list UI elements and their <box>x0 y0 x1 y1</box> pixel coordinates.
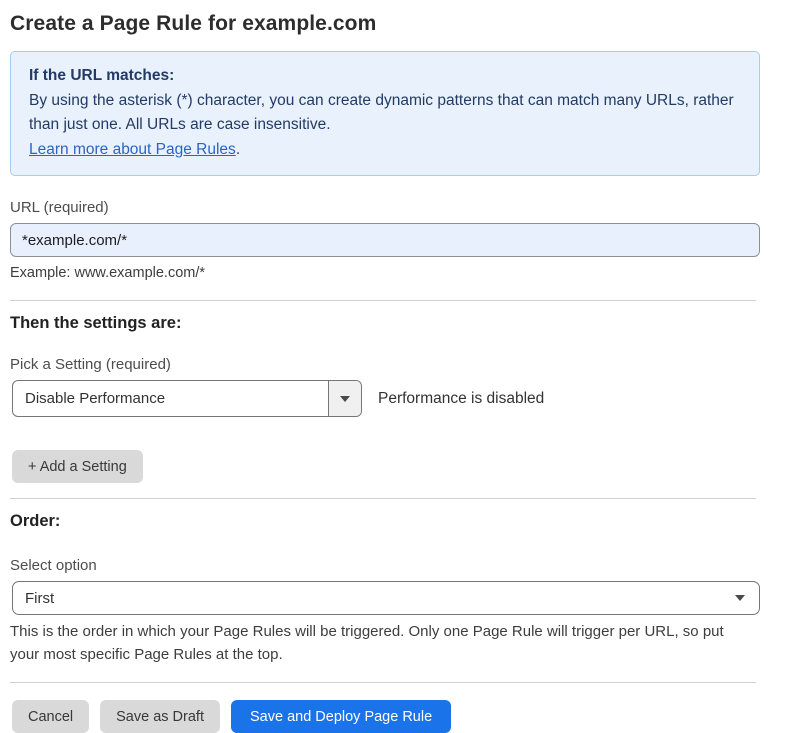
learn-more-link[interactable]: Learn more about Page Rules <box>29 141 236 158</box>
setting-select[interactable]: Disable Performance <box>12 380 362 417</box>
link-suffix: . <box>236 141 240 158</box>
pick-setting-label: Pick a Setting (required) <box>10 356 760 373</box>
add-setting-button[interactable]: + Add a Setting <box>12 450 143 483</box>
order-select-label: Select option <box>10 557 760 574</box>
order-heading: Order: <box>10 512 760 531</box>
save-deploy-button[interactable]: Save and Deploy Page Rule <box>231 700 451 733</box>
divider <box>10 498 756 499</box>
order-select[interactable]: First <box>12 581 760 615</box>
info-box-heading: If the URL matches: <box>29 64 741 89</box>
save-draft-button[interactable]: Save as Draft <box>100 700 220 733</box>
setting-select-value: Disable Performance <box>13 381 328 416</box>
order-select-value: First <box>25 590 54 607</box>
cancel-button[interactable]: Cancel <box>12 700 89 733</box>
settings-heading: Then the settings are: <box>10 314 760 333</box>
order-helper-text: This is the order in which your Page Rul… <box>10 621 750 666</box>
footer-actions: Cancel Save as Draft Save and Deploy Pag… <box>12 700 760 733</box>
chevron-down-icon <box>328 381 361 416</box>
url-match-info-box: If the URL matches: By using the asteris… <box>10 51 760 176</box>
info-box-body: By using the asterisk (*) character, you… <box>29 89 741 138</box>
page-title: Create a Page Rule for example.com <box>10 12 760 36</box>
url-input[interactable] <box>10 223 760 257</box>
url-label: URL (required) <box>10 199 760 216</box>
chevron-down-icon <box>735 595 745 601</box>
divider <box>10 682 756 683</box>
page-rule-form: Create a Page Rule for example.com If th… <box>10 0 760 733</box>
url-example-helper: Example: www.example.com/* <box>10 265 760 281</box>
setting-status-text: Performance is disabled <box>378 390 544 408</box>
info-box-link-line: Learn more about Page Rules. <box>29 138 741 163</box>
divider <box>10 300 756 301</box>
setting-row: Disable Performance Performance is disab… <box>10 380 760 417</box>
